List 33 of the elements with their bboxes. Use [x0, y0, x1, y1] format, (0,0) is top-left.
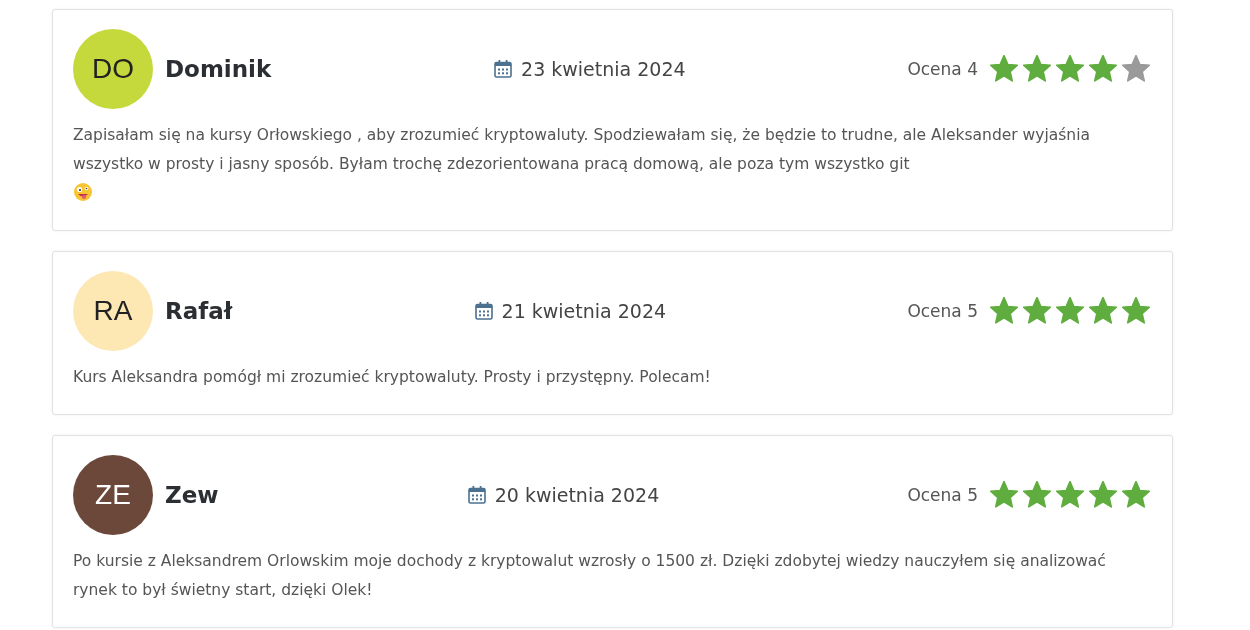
rating-label: Ocena 5: [907, 301, 978, 321]
review-text: Po kursie z Aleksandrem Orlowskim moje dochody z kryptowalut wzrosły o 1500 zł. Dzięki zdobytej wiedzy nauczyłem się analizować rynek to był świetny start, dzięki Olek!: [73, 551, 1107, 601]
review-text: Kurs Aleksandra pomógł mi zrozumieć kryptowaluty. Prosty i przystępny. Polecam!: [73, 367, 712, 388]
reviewer-name: Rafał: [165, 298, 233, 324]
avatar: ZE: [73, 455, 153, 535]
star-icon: [1056, 297, 1084, 325]
star-icon: [1089, 297, 1117, 325]
star-icon: [990, 481, 1018, 509]
review-date: 20 kwietnia 2024: [494, 484, 660, 506]
calendar-icon: [466, 485, 487, 505]
rating-label: Ocena 5: [907, 485, 978, 505]
star-icon: [1122, 481, 1150, 509]
rating-label: Ocena 4: [907, 59, 978, 79]
star-icon: [1122, 55, 1150, 83]
star-icon: [1056, 481, 1084, 509]
star-icon: [990, 55, 1018, 83]
star-icon: [1089, 55, 1117, 83]
star-icon: [1023, 55, 1051, 83]
review-text: Zapisałam się na kursy Orłowskiego , aby zrozumieć kryptowaluty. Spodziewałam się, że będzie to trudne, ale Aleksander wyjaśnia wszystko w prosty i jasny sposób. Byłam trochę zdezorientowana pracą domową, ale poza tym wszystko git: [73, 121, 1152, 208]
star-icon: [1056, 55, 1084, 83]
avatar: RA: [73, 271, 153, 351]
review-date: 21 kwietnia 2024: [501, 300, 667, 322]
reviewer-name: Zew: [165, 482, 219, 508]
review-date: 23 kwietnia 2024: [521, 58, 686, 80]
star-icon: [1023, 481, 1051, 509]
avatar: DO: [73, 29, 153, 109]
reviewer-name: Dominik: [165, 56, 272, 82]
calendar-icon: [493, 59, 514, 79]
star-icon: [1089, 481, 1117, 509]
star-icon: [1122, 297, 1150, 325]
star-icon: [1023, 297, 1051, 325]
star-icon: [990, 297, 1018, 325]
calendar-icon: [473, 301, 494, 321]
